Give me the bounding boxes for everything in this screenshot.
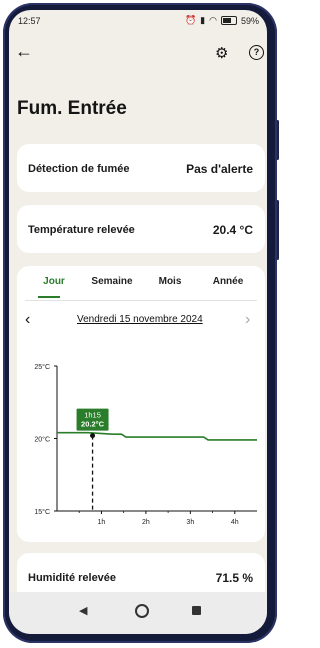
battery-icon	[220, 16, 237, 25]
x-tick-label: 2h	[142, 519, 150, 526]
smoke-value: Pas d'alerte	[186, 162, 253, 176]
x-tick-label: 4h	[231, 519, 239, 526]
tab-year[interactable]: Année	[199, 276, 257, 287]
humidity-card: Humidité relevée 71.5 %	[17, 553, 265, 593]
nav-home-icon[interactable]	[135, 604, 149, 618]
y-tick-label: 15°C	[34, 508, 50, 516]
tab-day[interactable]: Jour	[25, 276, 83, 287]
tab-month[interactable]: Mois	[141, 276, 199, 287]
temperature-label: Température relevée	[28, 224, 135, 236]
temperature-value: 20.4 °C	[212, 223, 253, 237]
humidity-label: Humidité relevée	[28, 572, 117, 584]
tooltip-time: 1h15	[84, 411, 101, 420]
tooltip-value: 20.2°C	[81, 420, 105, 429]
help-icon[interactable]: ?	[249, 45, 264, 60]
battery-percent: 59%	[240, 15, 259, 26]
nav-recents-icon[interactable]	[192, 606, 201, 615]
active-tab-indicator	[38, 296, 60, 298]
page-title: Fum. Entrée	[17, 98, 127, 119]
alarm-icon: ⏰	[184, 15, 197, 25]
chevron-left-icon[interactable]: ‹	[25, 311, 30, 329]
tab-week[interactable]: Semaine	[83, 276, 141, 287]
highlight-point	[90, 433, 96, 439]
status-time: 12:57	[18, 16, 41, 26]
humidity-value: 71.5 %	[215, 571, 253, 585]
gear-icon[interactable]: ⚙	[215, 44, 228, 62]
x-tick-label: 3h	[186, 519, 194, 526]
x-tick-label: 1h	[98, 519, 106, 526]
y-tick-label: 25°C	[34, 363, 50, 371]
y-tick-label: 20°C	[34, 436, 50, 444]
chevron-right-icon[interactable]: ›	[245, 311, 250, 329]
wifi-icon: ◠	[209, 15, 217, 25]
temperature-card: Température relevée 20.4 °C	[17, 205, 265, 253]
temperature-series-line	[57, 431, 257, 441]
status-bar: 12:57 ⏰ ▮ ◠ 59%	[9, 10, 267, 32]
nav-back-icon[interactable]: ◀	[79, 604, 87, 617]
temperature-chart: 25°C 20°C 15°C 1h 2h 3h 4h 1h1520.2°C	[34, 363, 257, 526]
screen: 12:57 ⏰ ▮ ◠ 59% ← ⚙ ? Fum. Entrée Détect…	[9, 10, 267, 634]
back-arrow-icon[interactable]: ←	[15, 41, 33, 62]
date-label[interactable]: Vendredi 15 novembre 2024	[77, 314, 203, 325]
smoke-label: Détection de fumée	[28, 163, 130, 175]
smoke-card: Détection de fumée Pas d'alerte	[17, 144, 265, 192]
signal-icon: ▮	[200, 15, 206, 25]
history-card: Jour Semaine Mois Année ‹ Vendredi 15 no…	[17, 266, 265, 542]
